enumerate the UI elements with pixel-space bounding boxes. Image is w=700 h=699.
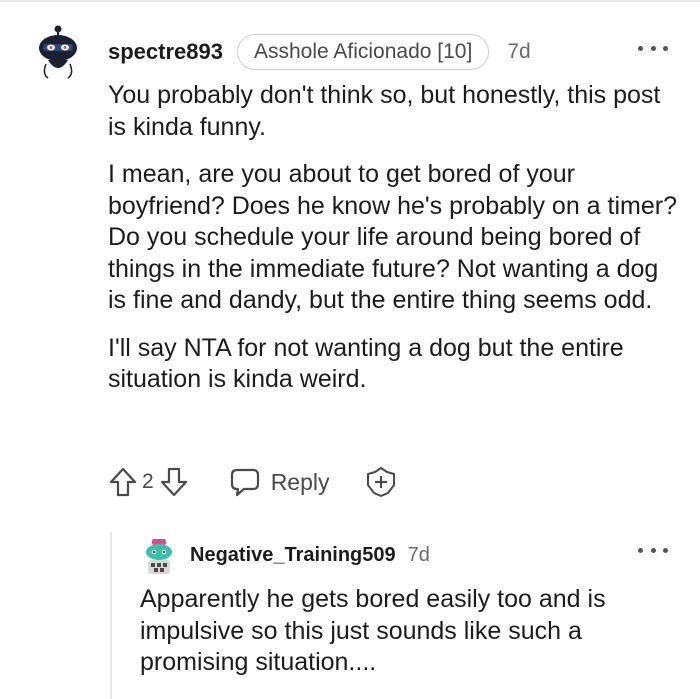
comment-username[interactable]: spectre893 (108, 39, 223, 65)
comment-paragraph: You probably don't think so, but honestl… (108, 81, 661, 141)
reply-timestamp: 7d (407, 543, 430, 566)
speech-bubble-icon (230, 468, 259, 497)
user-flair: Asshole Aficionado [10] (236, 34, 490, 70)
dot (650, 45, 656, 51)
reply-body: Apparently he gets bored easily too and … (140, 585, 606, 676)
downvote-button[interactable] (159, 466, 189, 498)
comment-body: You probably don't think so, but honestl… (108, 80, 678, 412)
upvote-button[interactable] (108, 466, 138, 498)
downvote-arrow-icon (160, 467, 187, 497)
dot (638, 547, 643, 553)
reply-header: Negative_Training509 7d (190, 540, 430, 570)
dot (663, 45, 668, 51)
top-divider (0, 0, 700, 2)
vote-count: 2 (142, 470, 154, 493)
snoo-avatar-icon (39, 25, 77, 79)
reply-username[interactable]: Negative_Training509 (190, 544, 396, 567)
dot (650, 547, 656, 553)
comment-action-bar: 2 Reply (108, 462, 398, 502)
user-avatar[interactable] (34, 24, 82, 82)
comment-timestamp: 7d (507, 40, 531, 63)
award-plus-icon (366, 467, 395, 497)
comment-header: spectre893 Asshole Aficionado [10] 7d (108, 34, 531, 70)
dot (638, 45, 643, 51)
dot (663, 547, 668, 553)
reply-user-avatar[interactable] (142, 538, 176, 576)
more-options-button[interactable] (638, 38, 668, 58)
thread-line[interactable] (110, 532, 112, 699)
reply-more-options-button[interactable] (638, 540, 668, 560)
comment-paragraph: I'll say NTA for not wanting a dog but t… (108, 333, 624, 394)
reply-button[interactable]: Reply (229, 467, 330, 497)
snoo-avatar-icon (146, 539, 172, 574)
upvote-arrow-icon (109, 467, 137, 497)
reply-label: Reply (270, 468, 330, 495)
comment-paragraph: I mean, are you about to get bored of yo… (108, 160, 677, 314)
award-button[interactable] (364, 465, 398, 499)
